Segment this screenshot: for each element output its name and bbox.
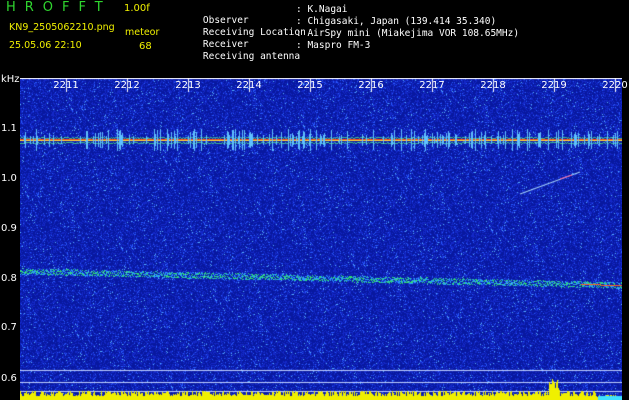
time-tick-label: 2218 — [480, 80, 506, 91]
time-tick-label: 2213 — [175, 80, 201, 91]
info-value: : Maspro FM-3 — [296, 40, 371, 51]
meteor-count-value: 68 — [139, 41, 152, 52]
header-panel: HROFFT 1.00f KN9_2505062210.png 25.05.06… — [0, 0, 629, 78]
y-axis-unit: kHz — [1, 74, 20, 85]
time-tick-label: 2212 — [114, 80, 140, 91]
info-antenna: Receiving antenna: Maspro FM-3 — [180, 40, 370, 73]
time-tick-label: 2220 — [602, 80, 628, 91]
meteor-count-label: meteor — [125, 27, 160, 38]
y-tick-label: 0.6 — [1, 373, 17, 384]
info-value: : AirSpy mini (Miakejima VOR 108.65MHz) — [296, 28, 520, 39]
info-value: : K.Nagai — [296, 4, 348, 15]
y-tick-label: 1.0 — [1, 173, 17, 184]
y-tick-label: 1.1 — [1, 123, 17, 134]
app-title: HROFFT — [6, 0, 112, 15]
time-tick-label: 2215 — [297, 80, 323, 91]
y-tick-label: 0.7 — [1, 322, 17, 333]
y-tick-label: 0.9 — [1, 223, 17, 234]
time-tick-label: 2216 — [358, 80, 384, 91]
version-label: 1.00f — [124, 3, 150, 14]
info-label: Receiving antenna — [202, 51, 301, 62]
time-tick-label: 2211 — [53, 80, 79, 91]
y-tick-label: 0.8 — [1, 273, 17, 284]
file-name: KN9_2505062210.png — [9, 22, 115, 33]
time-tick-label: 2217 — [419, 80, 445, 91]
info-value: : Chigasaki, Japan (139.414 35.340) — [296, 16, 497, 27]
time-tick-label: 2214 — [236, 80, 262, 91]
date-time: 25.05.06 22:10 — [9, 40, 82, 51]
time-tick-label: 2219 — [541, 80, 567, 91]
spectrogram-canvas[interactable] — [20, 78, 622, 400]
